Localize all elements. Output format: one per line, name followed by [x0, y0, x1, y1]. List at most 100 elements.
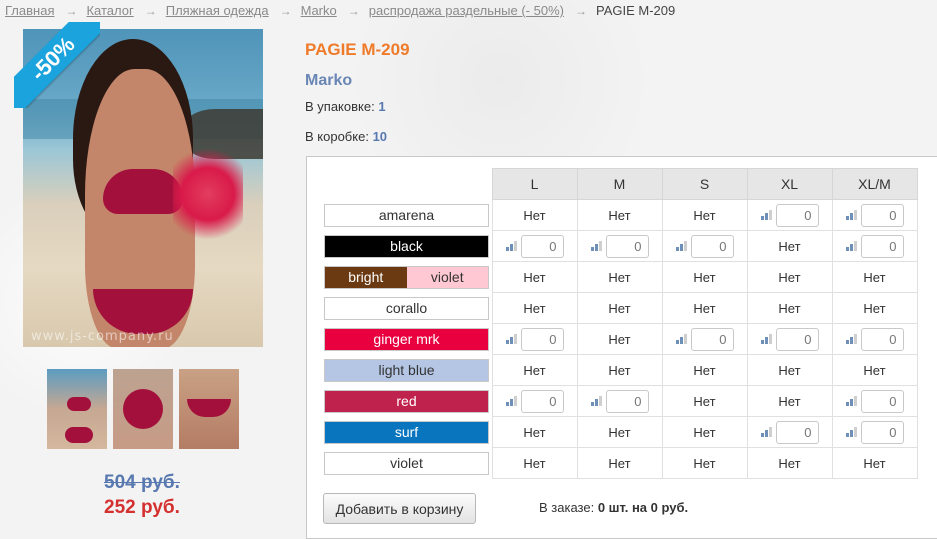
- qty-input[interactable]: [690, 234, 734, 258]
- qty-control: [675, 234, 734, 258]
- unavailable-cell: Нет: [831, 292, 918, 324]
- stock-level-icon: [675, 241, 687, 251]
- qty-input[interactable]: [605, 389, 649, 413]
- unavailable-cell: Нет: [831, 261, 918, 293]
- order-panel: L M S XL XL/M amarenaНетНетНетblackНетbr…: [306, 156, 937, 539]
- product-thumbnail[interactable]: [113, 369, 173, 449]
- qty-input[interactable]: [605, 234, 649, 258]
- breadcrumb-current: PAGIE M-209: [595, 3, 676, 18]
- breadcrumb-separator: →: [279, 3, 292, 18]
- grid-body: amarenaНетНетНетblackНетbrightvioletНетН…: [321, 199, 918, 479]
- size-header-xl: XL: [746, 168, 833, 200]
- qty-input[interactable]: [775, 420, 819, 444]
- unavailable-cell: Нет: [576, 199, 663, 231]
- qty-control: [590, 234, 649, 258]
- grid-row: light blue Нет Нет Нет Нет Нет: [321, 354, 918, 386]
- order-summary: В заказе: 0 шт. на 0 руб.: [539, 500, 688, 515]
- unavailable-cell: Нет: [491, 416, 578, 448]
- size-header-m: M: [576, 168, 663, 200]
- size-color-grid: L M S XL XL/M amarenaНетНетНетblackНетbr…: [321, 168, 918, 479]
- stock-level-icon: [845, 334, 857, 344]
- qty-control: [760, 203, 819, 227]
- pack-quantity-label: В упаковке:: [305, 99, 375, 114]
- size-header-s: S: [661, 168, 748, 200]
- qty-input[interactable]: [520, 234, 564, 258]
- color-swatch-label: bright: [325, 266, 407, 288]
- qty-input[interactable]: [775, 203, 819, 227]
- color-swatch: red: [324, 389, 489, 413]
- order-summary-label: В заказе:: [539, 500, 595, 515]
- unavailable-cell: Нет: [661, 292, 748, 324]
- qty-cell: [831, 385, 918, 417]
- unavailable-cell: Нет: [576, 447, 663, 479]
- grid-row: surf Нет Нет Нет: [321, 416, 918, 448]
- qty-input[interactable]: [520, 389, 564, 413]
- color-swatch: bright violet: [324, 265, 489, 289]
- qty-cell: [831, 323, 918, 355]
- grid-row: bright violet Нет Нет Нет Нет Нет: [321, 261, 918, 293]
- unavailable-cell: Нет: [746, 354, 833, 386]
- qty-input[interactable]: [690, 327, 734, 351]
- qty-control: [590, 389, 649, 413]
- qty-input[interactable]: [520, 327, 564, 351]
- qty-input[interactable]: [860, 389, 904, 413]
- sale-badge: -50%: [14, 22, 100, 108]
- stock-level-icon: [760, 334, 772, 344]
- grid-row: corallo Нет Нет Нет Нет Нет: [321, 292, 918, 324]
- stock-level-icon: [845, 210, 857, 220]
- order-summary-sum: 0 руб.: [650, 500, 689, 515]
- stock-level-icon: [675, 334, 687, 344]
- pack-quantity: В упаковке: 1: [305, 99, 386, 114]
- qty-cell: [746, 199, 833, 231]
- product-thumbnail[interactable]: [179, 369, 239, 449]
- unavailable-cell: Нет: [746, 292, 833, 324]
- breadcrumb-brand[interactable]: Marko: [301, 3, 337, 18]
- order-summary-qty: 0 шт.: [597, 500, 629, 515]
- unavailable-cell: Нет: [491, 292, 578, 324]
- unavailable-cell: Нет: [491, 261, 578, 293]
- qty-input[interactable]: [860, 203, 904, 227]
- unavailable-cell: Нет: [746, 261, 833, 293]
- qty-cell: [491, 230, 578, 262]
- product-brand: Marko: [305, 72, 353, 89]
- breadcrumb-home[interactable]: Главная: [5, 3, 54, 18]
- size-header-l: L: [491, 168, 578, 200]
- qty-input[interactable]: [860, 234, 904, 258]
- unavailable-cell: Нет: [746, 447, 833, 479]
- color-swatch: amarena: [324, 203, 489, 227]
- add-to-cart-button[interactable]: Добавить в корзину: [323, 493, 476, 524]
- qty-control: [760, 327, 819, 351]
- qty-input[interactable]: [860, 327, 904, 351]
- qty-cell: [746, 416, 833, 448]
- breadcrumb: Главная → Каталог → Пляжная одежда → Mar…: [5, 3, 675, 18]
- color-swatch: light blue: [324, 358, 489, 382]
- size-header-xlm: XL/M: [831, 168, 918, 200]
- price-old: 504 руб.: [104, 472, 180, 493]
- stock-level-icon: [845, 241, 857, 251]
- qty-input[interactable]: [860, 420, 904, 444]
- qty-cell: [661, 230, 748, 262]
- product-thumbnail[interactable]: [47, 369, 107, 449]
- breadcrumb-sale[interactable]: распродажа раздельные (- 50%): [369, 3, 564, 18]
- qty-control: [845, 203, 904, 227]
- qty-cell: [576, 230, 663, 262]
- color-swatch: ginger mrk: [324, 327, 489, 351]
- unavailable-cell: Нет: [576, 416, 663, 448]
- unavailable-cell: Нет: [576, 261, 663, 293]
- qty-control: [675, 327, 734, 351]
- qty-control: [505, 327, 564, 351]
- price-new: 252 руб.: [104, 497, 180, 518]
- breadcrumb-beachwear[interactable]: Пляжная одежда: [166, 3, 269, 18]
- stock-level-icon: [590, 396, 602, 406]
- stock-level-icon: [760, 427, 772, 437]
- unavailable-cell: Нет: [576, 323, 663, 355]
- breadcrumb-catalog[interactable]: Каталог: [86, 3, 133, 18]
- stock-level-icon: [590, 241, 602, 251]
- unavailable-cell: Нет: [661, 354, 748, 386]
- stock-level-icon: [505, 334, 517, 344]
- unavailable-cell: Нет: [491, 447, 578, 479]
- pack-quantity-value: 1: [378, 99, 386, 114]
- qty-cell: [746, 323, 833, 355]
- qty-input[interactable]: [775, 327, 819, 351]
- unavailable-cell: Нет: [661, 447, 748, 479]
